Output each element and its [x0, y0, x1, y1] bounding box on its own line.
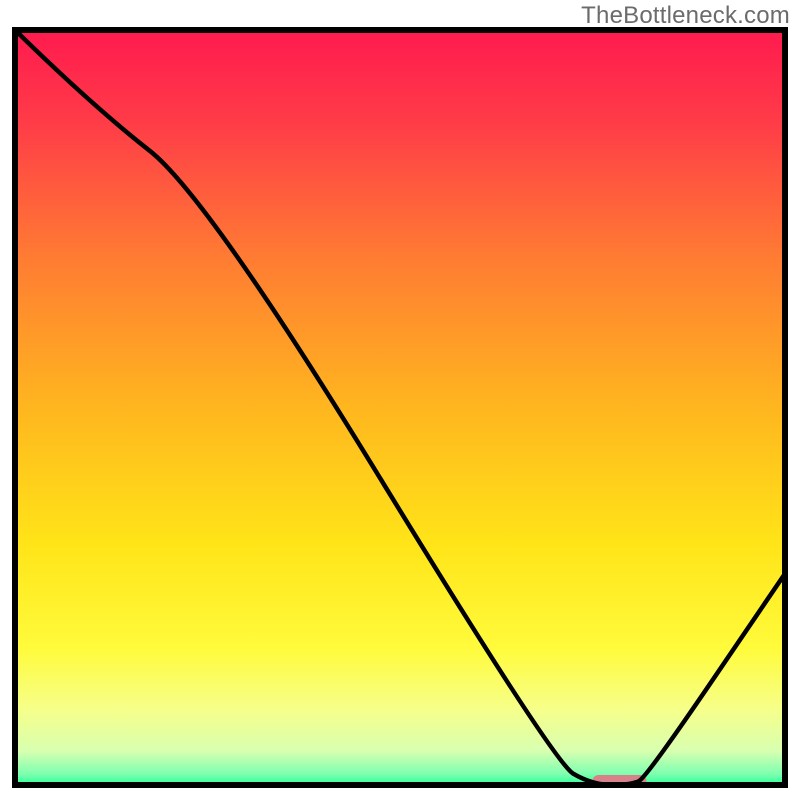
watermark-label: TheBottleneck.com: [581, 2, 790, 30]
chart-container: TheBottleneck.com: [0, 0, 800, 800]
gradient-background: [15, 30, 785, 785]
bottleneck-chart: [0, 0, 800, 800]
